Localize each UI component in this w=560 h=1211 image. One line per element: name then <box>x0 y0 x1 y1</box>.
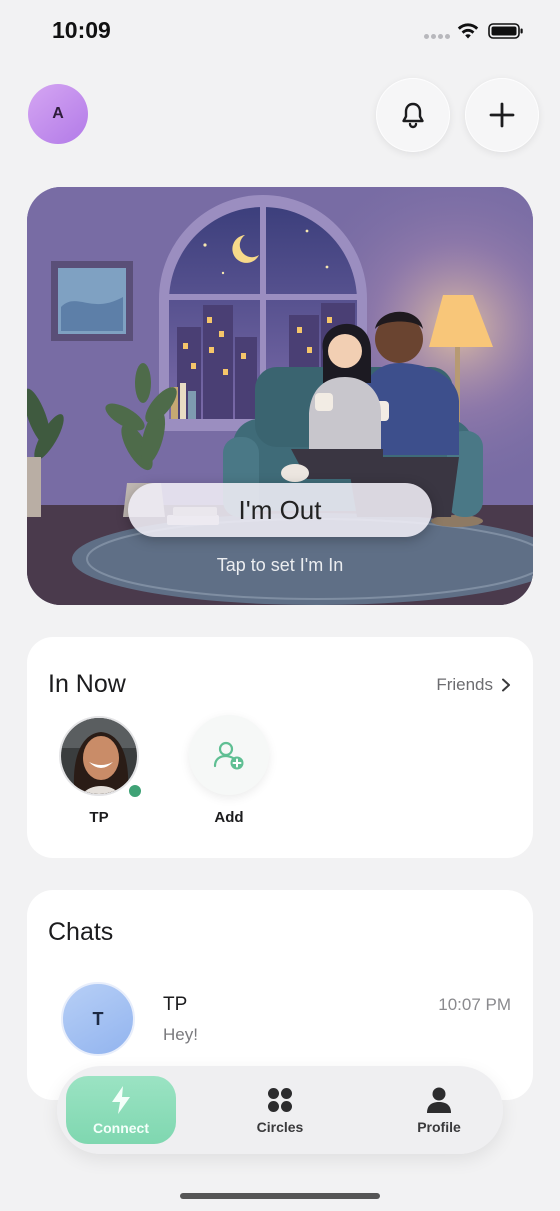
signal-dots-icon <box>424 34 452 40</box>
add-friend-label: Add <box>214 809 244 826</box>
friends-link-label: Friends <box>436 675 493 694</box>
bell-icon <box>402 102 424 129</box>
chat-name: TP <box>163 994 188 1015</box>
circles-icon <box>268 1087 292 1112</box>
notifications-button[interactable] <box>376 78 450 152</box>
nav-profile[interactable]: Profile <box>384 1076 494 1144</box>
wifi-icon <box>457 23 479 39</box>
nav-circles[interactable]: Circles <box>225 1076 335 1144</box>
status-hint: Tap to set I'm In <box>216 555 344 575</box>
chevron-right-icon <box>502 678 510 692</box>
bottom-nav: Connect Circles Profile <box>57 1066 503 1154</box>
chat-avatar-initial: T <box>92 1008 104 1029</box>
user-avatar[interactable]: A <box>28 84 88 144</box>
plus-icon <box>489 102 515 128</box>
add-button[interactable] <box>465 78 539 152</box>
nav-connect[interactable]: Connect <box>66 1076 176 1144</box>
chat-avatar: T <box>61 982 135 1056</box>
friend-name: TP <box>89 809 109 826</box>
chat-preview: Hey! <box>163 1025 198 1044</box>
bolt-icon <box>112 1085 130 1114</box>
cozy-room-illustration <box>27 187 533 605</box>
add-friend-button[interactable] <box>189 715 269 795</box>
online-status-dot <box>126 782 144 800</box>
add-user-icon <box>213 741 244 770</box>
chat-time: 10:07 PM <box>438 995 511 1014</box>
status-time: 10:09 <box>52 17 111 43</box>
person-icon <box>427 1087 451 1113</box>
nav-profile-label: Profile <box>417 1118 461 1135</box>
nav-circles-label: Circles <box>256 1118 304 1135</box>
battery-icon <box>488 23 523 39</box>
user-avatar-initial: A <box>52 105 64 122</box>
status-bar: 10:09 <box>0 0 560 64</box>
friend-avatar[interactable] <box>59 716 139 796</box>
in-now-title: In Now <box>48 670 126 698</box>
friends-link[interactable]: Friends <box>436 675 511 695</box>
in-now-card: In Now Friends TP Add <box>27 637 533 858</box>
chats-title: Chats <box>48 918 114 946</box>
home-indicator <box>180 1193 380 1199</box>
status-hero-card[interactable]: I'm Out Tap to set I'm In <box>27 187 533 605</box>
nav-connect-label: Connect <box>93 1119 149 1136</box>
im-out-button[interactable]: I'm Out <box>128 483 432 537</box>
